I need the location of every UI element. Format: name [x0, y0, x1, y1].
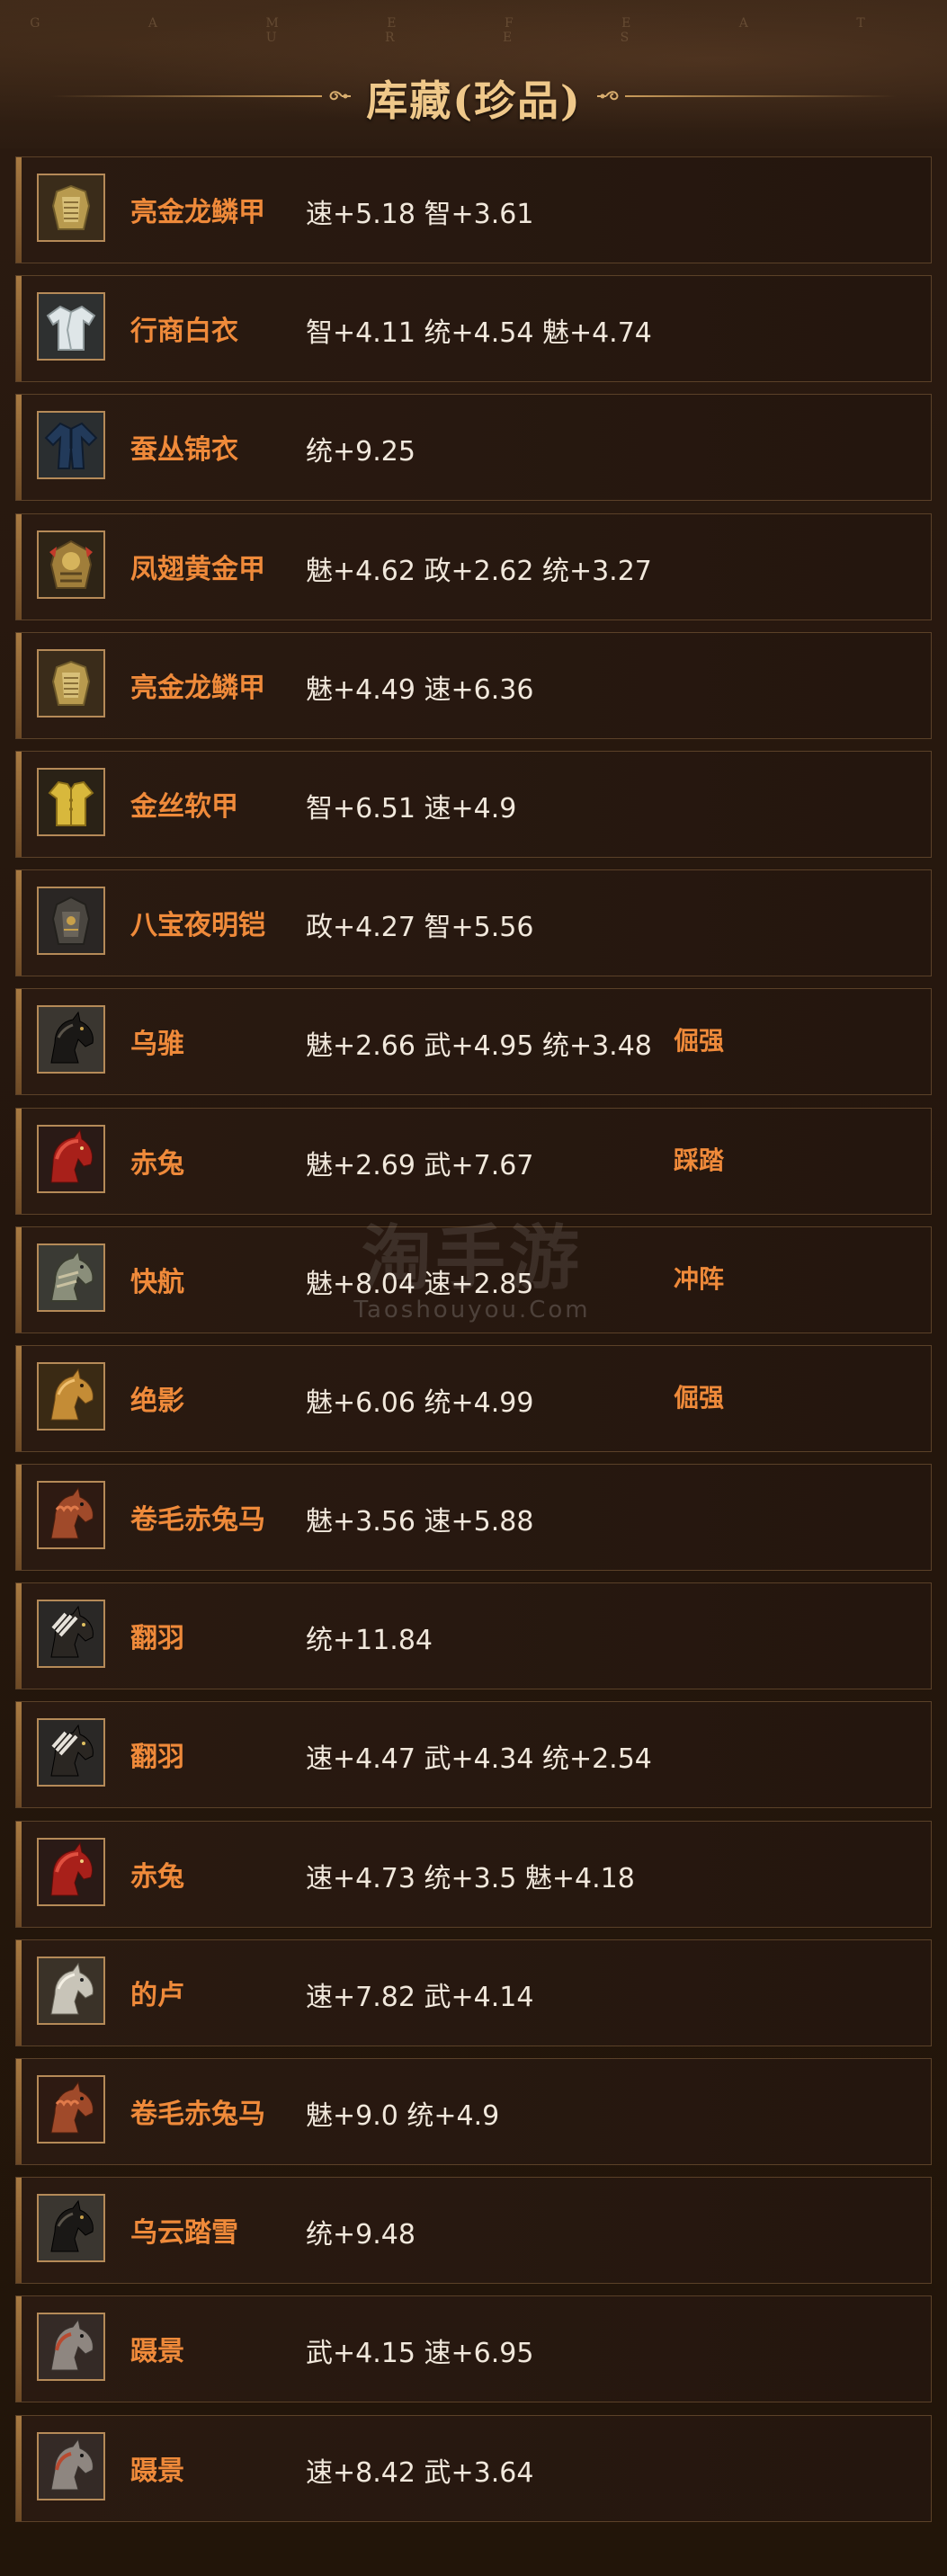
item-stats: 武+4.15 速+6.95 [306, 2338, 534, 2370]
item-row[interactable]: 绝影 魅+6.06 统+4.99 倔强 [15, 1344, 932, 1452]
black-horse-icon [37, 1005, 105, 1074]
item-stats: 魅+3.56 速+5.88 [306, 1506, 534, 1538]
item-name: 八宝夜明铠 [130, 910, 265, 942]
item-name: 赤兔 [130, 1860, 184, 1893]
item-row[interactable]: 乌骓 魅+2.66 武+4.95 统+3.48 倔强 [15, 988, 932, 1096]
item-skill: 倔强 [674, 1026, 725, 1056]
title-row: 库藏(珍品) [0, 63, 947, 126]
item-stats: 统+9.25 [306, 436, 415, 468]
item-stats: 统+11.84 [306, 1625, 433, 1657]
item-list: 亮金龙鳞甲 速+5.18 智+3.61 行商白衣 智+4.11 统+4.54 魅+4.… [15, 156, 933, 2534]
page-header: G A M E F E A T U R E S 库藏(珍品) [0, 0, 947, 148]
item-stats: 魅+2.69 武+7.67 [306, 1149, 534, 1181]
curly-horse-icon [37, 2075, 105, 2144]
item-skill: 踩踏 [674, 1145, 725, 1175]
item-stats: 速+4.73 统+3.5 魅+4.18 [306, 1862, 635, 1894]
item-name: 亮金龙鳞甲 [130, 197, 265, 228]
item-name: 亮金龙鳞甲 [130, 672, 265, 704]
item-name: 蹑景 [130, 2336, 184, 2368]
phoenix-armor-icon [37, 530, 105, 599]
item-name: 的卢 [130, 1979, 184, 2011]
page-title: 库藏(珍品) [366, 76, 582, 125]
item-stats: 统+9.48 [306, 2219, 415, 2251]
item-name: 快航 [130, 1266, 184, 1298]
item-name: 翻羽 [130, 1742, 184, 1774]
item-name: 绝影 [130, 1385, 184, 1417]
item-row[interactable]: 赤兔 魅+2.69 武+7.67 踩踏 [15, 1107, 932, 1215]
item-stats: 魅+4.62 政+2.62 统+3.27 [306, 555, 652, 587]
item-name: 行商白衣 [130, 316, 238, 348]
item-row[interactable]: 翻羽 统+11.84 [15, 1582, 932, 1690]
feather-horse-icon [37, 1600, 105, 1669]
item-stats: 魅+8.04 速+2.85 [306, 1268, 534, 1300]
item-row[interactable]: 卷毛赤兔马 魅+3.56 速+5.88 [15, 1464, 932, 1572]
item-row[interactable]: 乌云踏雪 统+9.48 [15, 2177, 932, 2285]
white-robe-icon [37, 292, 105, 361]
item-name: 赤兔 [130, 1147, 184, 1180]
red-horse-icon [37, 1837, 105, 1906]
ornament-left-icon [329, 91, 351, 101]
item-stats: 魅+6.06 统+4.99 [306, 1386, 534, 1419]
item-row[interactable]: 赤兔 速+4.73 统+3.5 魅+4.18 [15, 1820, 932, 1928]
item-name: 金丝软甲 [130, 790, 238, 823]
item-row[interactable]: 金丝软甲 智+6.51 速+4.9 [15, 750, 932, 858]
item-row[interactable]: 亮金龙鳞甲 速+5.18 智+3.61 [15, 156, 932, 263]
grey-horse-icon [37, 2313, 105, 2382]
title-divider-left [50, 95, 322, 97]
item-stats: 速+5.18 智+3.61 [306, 199, 534, 230]
item-row[interactable]: 亮金龙鳞甲 魅+4.49 速+6.36 [15, 631, 932, 739]
white-horse-icon [37, 1956, 105, 2025]
item-stats: 魅+9.0 统+4.9 [306, 2100, 500, 2132]
gold-vest-icon [37, 767, 105, 836]
item-row[interactable]: 卷毛赤兔马 魅+9.0 统+4.9 [15, 2058, 932, 2165]
item-row[interactable]: 的卢 速+7.82 武+4.14 [15, 1939, 932, 2046]
item-name: 乌云踏雪 [130, 2217, 238, 2250]
item-stats: 智+4.11 统+4.54 魅+4.74 [306, 317, 652, 350]
item-name: 蚕丛锦衣 [130, 434, 238, 467]
item-name: 卷毛赤兔马 [130, 1504, 265, 1537]
item-stats: 速+7.82 武+4.14 [306, 1981, 534, 2013]
item-row[interactable]: 凤翅黄金甲 魅+4.62 政+2.62 统+3.27 [15, 513, 932, 620]
item-name: 卷毛赤兔马 [130, 2099, 265, 2130]
item-stats: 速+8.42 武+3.64 [306, 2456, 534, 2489]
item-stats: 魅+2.66 武+4.95 统+3.48 [306, 1030, 652, 1063]
red-horse-icon [37, 1124, 105, 1193]
gold-armor-icon [37, 648, 105, 718]
item-row[interactable]: 翻羽 速+4.47 武+4.34 统+2.54 [15, 1701, 932, 1809]
item-row[interactable]: 蹑景 速+8.42 武+3.64 [15, 2414, 932, 2522]
item-stats: 智+6.51 速+4.9 [306, 792, 517, 824]
item-skill: 冲阵 [674, 1263, 725, 1294]
item-row[interactable]: 行商白衣 智+4.11 统+4.54 魅+4.74 [15, 275, 932, 383]
curly-horse-icon [37, 1481, 105, 1550]
item-name: 凤翅黄金甲 [130, 553, 265, 585]
feather-horse-icon [37, 1718, 105, 1787]
grey-horse-icon [37, 2431, 105, 2500]
gold-armor-icon [37, 174, 105, 242]
item-stats: 速+4.47 武+4.34 统+2.54 [306, 1743, 652, 1776]
armored-horse-icon [37, 1243, 105, 1312]
ornament-right-icon [597, 91, 619, 101]
black-horse-icon [37, 2194, 105, 2263]
item-row[interactable]: 八宝夜明铠 政+4.27 智+5.56 [15, 869, 932, 977]
item-skill: 倔强 [674, 1382, 725, 1413]
item-name: 乌骓 [130, 1029, 184, 1061]
header-decor-letters: G A M E F E A T U R E S [30, 16, 917, 45]
item-stats: 政+4.27 智+5.56 [306, 912, 534, 944]
item-stats: 魅+4.49 速+6.36 [306, 673, 534, 706]
item-name: 翻羽 [130, 1623, 184, 1655]
item-name: 蹑景 [130, 2455, 184, 2487]
item-row[interactable]: 快航 魅+8.04 速+2.85 冲阵 [15, 1226, 932, 1333]
item-row[interactable]: 蚕丛锦衣 统+9.25 [15, 394, 932, 502]
item-row[interactable]: 蹑景 武+4.15 速+6.95 [15, 2295, 932, 2403]
golden-horse-icon [37, 1361, 105, 1431]
blue-robe-icon [37, 411, 105, 480]
title-divider-right [625, 95, 897, 97]
dark-armor-icon [37, 887, 105, 956]
